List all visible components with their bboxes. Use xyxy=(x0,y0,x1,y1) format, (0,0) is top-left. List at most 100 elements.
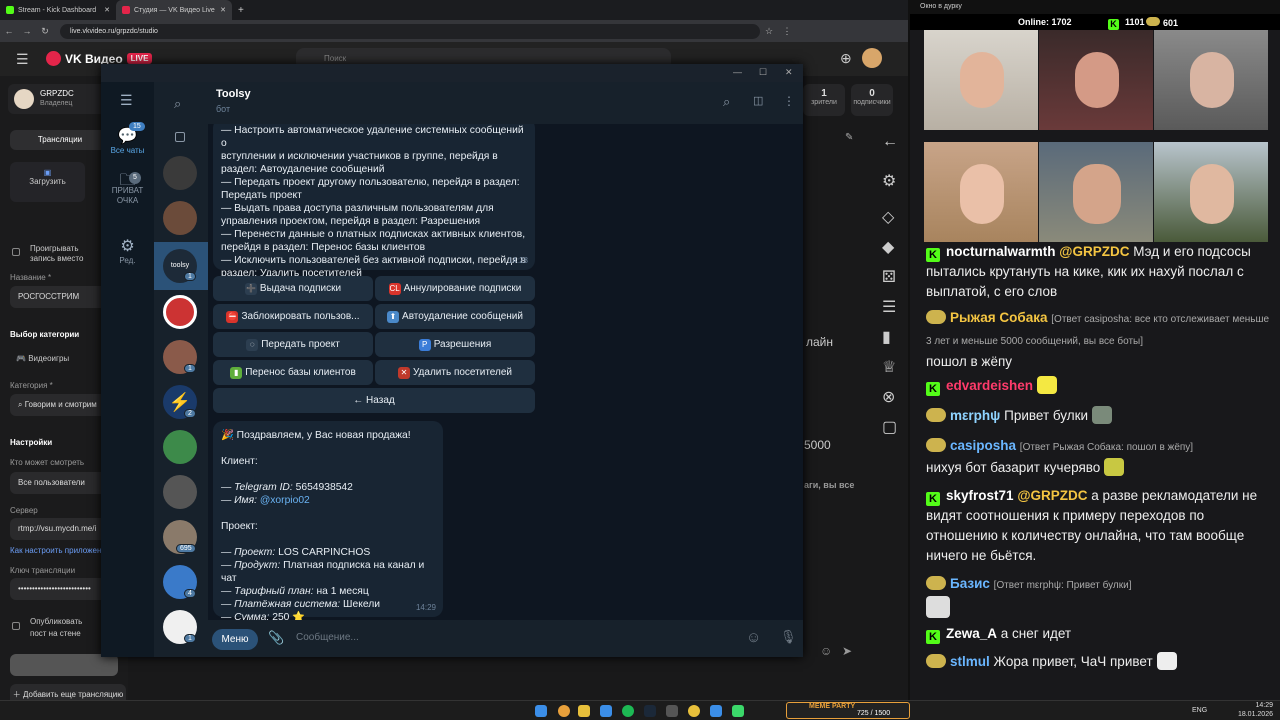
spotify-icon[interactable] xyxy=(622,705,634,717)
server-label: Сервер xyxy=(10,506,38,515)
search-icon[interactable]: ⌕ xyxy=(174,96,181,112)
folder-all-chats[interactable]: 💬 Все чаты 15 xyxy=(101,122,154,155)
category-label: Категория * xyxy=(10,381,53,390)
clock-date[interactable]: 18.01.2026 xyxy=(1235,711,1273,718)
chat-username[interactable]: nocturnalwarmth xyxy=(946,244,1056,259)
reload-icon[interactable]: ↻ xyxy=(36,26,54,37)
menu-dots-icon[interactable]: ⋮ xyxy=(778,26,796,37)
chat-username[interactable]: Zewa_A xyxy=(946,626,997,641)
clock-time[interactable]: 14:29 xyxy=(1243,702,1273,709)
folder-private[interactable]: 🗀 ПРИВАТ ОЧКА 5 xyxy=(101,172,154,206)
chat-message: Knocturnalwarmth @GRPZDC Мэд и его подсо… xyxy=(926,242,1276,302)
chat-username[interactable]: mεrphψ xyxy=(950,408,1000,423)
archive-icon[interactable] xyxy=(175,132,185,142)
settings-icon[interactable]: ⚙ xyxy=(882,171,896,191)
tab-broadcasts[interactable]: Трансляции xyxy=(10,130,110,150)
steam-icon[interactable] xyxy=(644,705,656,717)
chrome-icon[interactable] xyxy=(558,705,570,717)
new-tab-icon[interactable]: + xyxy=(232,5,250,16)
emoji-icon[interactable]: ☺ xyxy=(746,629,761,646)
sidebar-toggle-icon[interactable]: ◫ xyxy=(753,94,763,107)
tab-close-icon[interactable]: ✕ xyxy=(104,6,110,14)
cover-checkbox[interactable] xyxy=(12,248,20,256)
keyboard-button-transfer-clients[interactable]: ▮ Перенос базы клиентов xyxy=(213,360,373,385)
chat-username[interactable]: Базис xyxy=(950,576,990,591)
chart-icon[interactable]: ▮ xyxy=(882,327,891,347)
message-input[interactable]: Сообщение... xyxy=(296,632,359,643)
category-games-option[interactable]: 🎮 Видеоигры xyxy=(16,354,69,363)
keyboard-button-cancel-subscription[interactable]: CL Аннулирование подписки xyxy=(375,276,535,301)
user-avatar[interactable] xyxy=(862,48,882,68)
chat-item-toolsy-selected[interactable]: toolsy 1 xyxy=(154,242,208,290)
star-icon[interactable]: ☆ xyxy=(760,26,778,37)
hamburger-icon[interactable]: ☰ xyxy=(120,92,133,109)
diamond-icon[interactable]: ◇ xyxy=(882,207,894,227)
folder-icon[interactable] xyxy=(578,705,590,717)
url-field[interactable]: live.vkvideo.ru/grpzdc/studio xyxy=(60,23,760,39)
unread-badge: 1 xyxy=(184,364,196,373)
message-line: Передать проект xyxy=(221,190,302,201)
emoji-icon[interactable]: ☺ xyxy=(820,644,832,658)
telegram-titlebar: — ☐ ✕ xyxy=(101,64,803,82)
chat-username[interactable]: stlmul xyxy=(950,654,990,669)
app-icon[interactable] xyxy=(732,705,744,717)
background-text: лайн xyxy=(806,335,834,349)
folder-edit[interactable]: ⚙ Ред. xyxy=(101,236,154,265)
upload-button[interactable]: ▣ Загрузить xyxy=(10,162,85,202)
language-indicator[interactable]: ENG xyxy=(1192,707,1207,714)
forward-arrow-icon[interactable]: → xyxy=(18,26,36,36)
tab-vk-studio[interactable]: Студия — VK Видео Live ✕ xyxy=(116,0,232,20)
chat-avatar[interactable] xyxy=(163,156,197,190)
keyboard-button-block-user[interactable]: ⛔ Заблокировать пользов... xyxy=(213,304,373,329)
chat-avatar[interactable] xyxy=(163,201,197,235)
chat-title[interactable]: Toolsy xyxy=(216,88,251,100)
meme-party-widget[interactable]: MEME PARTY 725 / 1500 xyxy=(786,702,910,719)
app-icon[interactable] xyxy=(710,705,722,717)
close-icon[interactable]: ✕ xyxy=(785,67,793,78)
more-vertical-icon[interactable]: ⋮ xyxy=(783,94,795,108)
chat-username[interactable]: casiposha xyxy=(950,438,1016,453)
chat-avatar[interactable] xyxy=(163,295,197,329)
arrow-left-icon[interactable]: ← xyxy=(882,133,898,151)
webcam-feed xyxy=(924,142,1038,242)
gem-icon[interactable]: ◆ xyxy=(882,237,894,257)
how-to-setup-link[interactable]: Как настроить приложение xyxy=(10,546,110,555)
mod-icon[interactable]: ⊗ xyxy=(882,387,895,407)
chat-username[interactable]: Рыжая Собака xyxy=(950,310,1048,325)
chat-username[interactable]: skyfrost71 xyxy=(946,488,1014,503)
add-icon[interactable]: ⊕ xyxy=(840,50,852,67)
publish-checkbox[interactable] xyxy=(12,622,20,630)
hamburger-icon[interactable]: ☰ xyxy=(16,51,29,68)
tab-close-icon[interactable]: ✕ xyxy=(220,6,226,14)
keyboard-button-remove-visitors[interactable]: ✕ Удалить посетителей xyxy=(375,360,535,385)
keyboard-button-label: Заблокировать пользов... xyxy=(241,311,360,322)
keyboard-button-issue-subscription[interactable]: ➕ Выдача подписки xyxy=(213,276,373,301)
clip-icon[interactable]: ▢ xyxy=(882,417,897,437)
back-arrow-icon[interactable]: ← xyxy=(0,26,18,36)
tab-kick-dashboard[interactable]: Stream - Kick Dashboard ✕ xyxy=(0,0,116,20)
start-icon[interactable] xyxy=(535,705,547,717)
app-icon[interactable] xyxy=(688,705,700,717)
attach-icon[interactable]: 📎 xyxy=(268,630,284,646)
pin-icon[interactable]: ✎ xyxy=(845,132,853,143)
username-link[interactable]: @xorpio02 xyxy=(260,495,310,506)
app-icon[interactable] xyxy=(666,705,678,717)
minimize-icon[interactable]: — xyxy=(733,67,742,77)
search-icon[interactable]: ⌕ xyxy=(723,94,730,110)
keyboard-button-auto-delete[interactable]: ⬆ Автоудаление сообщений xyxy=(375,304,535,329)
telegram-icon[interactable] xyxy=(600,705,612,717)
start-broadcast-button[interactable] xyxy=(10,654,118,676)
chat-username[interactable]: edvardeishen xyxy=(946,378,1033,393)
dice-icon[interactable]: ⚄ xyxy=(882,267,896,287)
keyboard-button-transfer-project[interactable]: ◌ Передать проект xyxy=(213,332,373,357)
maximize-icon[interactable]: ☐ xyxy=(759,67,767,78)
trophy-icon[interactable]: ♕ xyxy=(882,357,896,377)
chat-avatar[interactable] xyxy=(163,430,197,464)
send-icon[interactable]: ➤ xyxy=(842,644,852,658)
keyboard-button-back[interactable]: ← Назад xyxy=(213,388,535,413)
microphone-icon[interactable]: 🎙 xyxy=(780,629,797,645)
chat-avatar[interactable] xyxy=(163,475,197,509)
list-icon[interactable]: ☰ xyxy=(882,297,896,317)
bot-menu-button[interactable]: Меню xyxy=(212,629,258,650)
keyboard-button-permissions[interactable]: P Разрешения xyxy=(375,332,535,357)
